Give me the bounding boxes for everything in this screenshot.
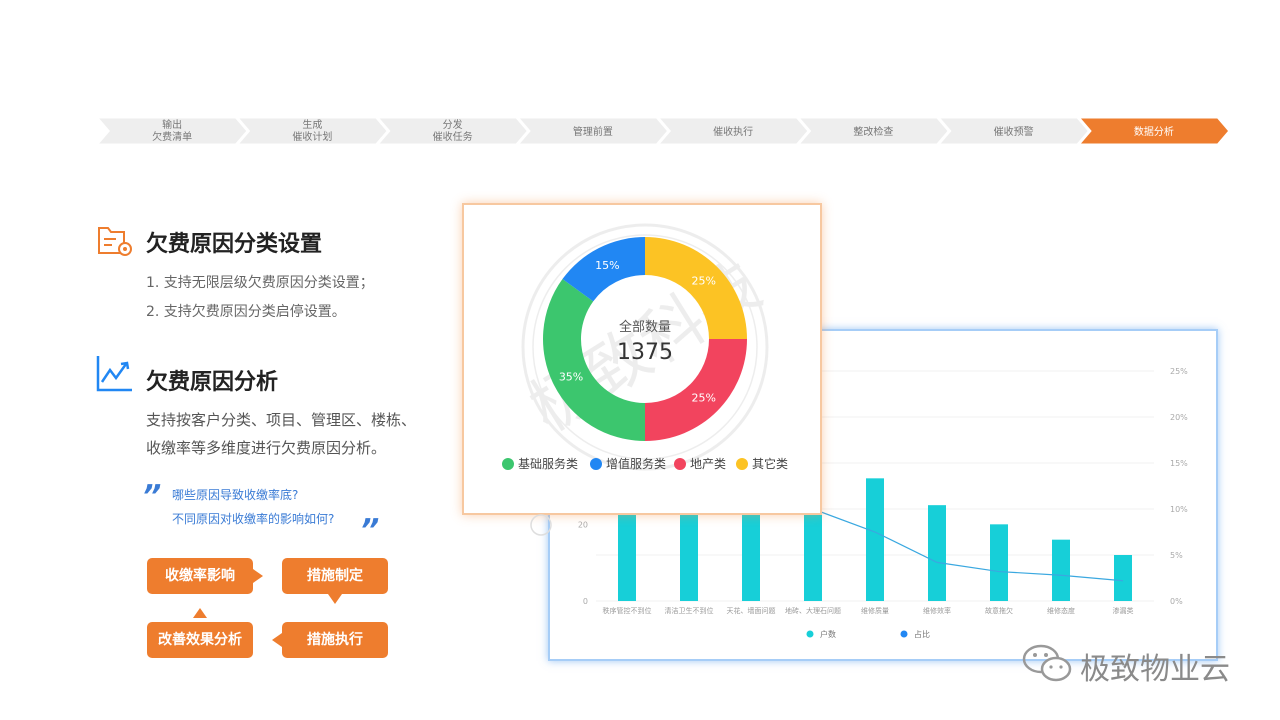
step-label: 催收执行 [713,125,753,138]
quote-close-icon: ” [360,513,380,548]
section-title-category-settings: 欠费原因分类设置 [146,232,323,257]
legend-label: 户数 [820,629,836,639]
line-chart-icon [96,356,132,392]
legend-marker [900,630,908,638]
wechat-icon [1022,644,1072,682]
tag-measure-formulation: 措施制定 [282,558,388,594]
arrow-left-icon [272,633,282,647]
step-label: 输出 [162,118,182,131]
y-left-tick: 0 [583,597,588,606]
feature-item: 2. 支持欠费原因分类启停设置。 [146,304,346,320]
y-left-tick: 20 [578,520,588,529]
analysis-description-line: 支持按客户分类、项目、管理区、楼栋、 [146,411,417,429]
legend-marker [674,458,686,470]
analysis-description-line: 收缴率等多维度进行欠费原因分析。 [146,439,387,457]
tag-measure-execution: 措施执行 [282,622,388,658]
legend-label: 基础服务类 [518,456,578,471]
legend-label: 地产类 [690,457,726,471]
legend-marker [806,630,814,638]
reason-donut-chart-card: 极致科技 25% 25% 35% 15% 全部数量 1375 基础服务类 增值服务类 地产类 其它类 [462,203,822,515]
brand-name: 极致物业云 [1080,652,1230,687]
y-right-tick: 0% [1170,597,1183,606]
bar [1052,539,1070,601]
step-label: 欠费清单 [152,130,192,143]
quote-open-icon: ” [142,479,162,514]
legend-marker [736,458,748,470]
y-right-tick: 5% [1170,551,1183,560]
slice-label: 15% [595,259,619,272]
step-label: 整改检查 [853,125,893,138]
x-tick: 故意拖欠 [985,606,1013,615]
folder-settings-icon [98,227,132,256]
step-label: 催收计划 [292,130,332,143]
step-label: 分发 [443,118,463,131]
y-right-tick: 25% [1170,367,1188,376]
step-label: 生成 [302,118,322,131]
legend-label: 占比 [914,629,930,639]
step-label: 数据分析 [1134,125,1174,138]
section-title-reason-analysis: 欠费原因分析 [146,370,279,395]
x-tick: 地砖、大理石问题 [785,606,841,615]
donut-center-label: 全部数量 [619,319,671,335]
slice-label: 35% [559,371,583,384]
bar [866,478,884,601]
donut-center-value: 1375 [617,340,673,365]
step-label: 催收预警 [994,125,1034,138]
x-tick: 天花、墙面问题 [727,606,776,615]
legend-label: 其它类 [752,456,788,471]
bar [990,524,1008,601]
feature-item: 1. 支持无限层级欠费原因分类设置； [146,275,374,291]
arrow-down-icon [328,594,342,604]
y-right-tick: 15% [1170,459,1188,468]
arrow-right-icon [253,569,263,583]
decor-circle [530,514,552,536]
y-right-tick: 10% [1170,505,1188,514]
step-label: 管理前置 [573,125,613,138]
bar [928,505,946,601]
y-right-tick: 20% [1170,413,1188,422]
legend-label: 增值服务类 [606,456,666,471]
bar [1114,555,1132,601]
reason-donut-chart: 极致科技25%25%35%15%全部数量1375基础服务类 增值服务类 地产类 其它类 [502,223,788,471]
slice-label: 25% [691,274,715,287]
x-tick: 渗漏类 [1113,606,1134,615]
quote-question: 哪些原因导致收缴率底? [172,488,299,502]
x-tick: 清洁卫生不到位 [665,606,714,615]
slice-label: 25% [691,392,715,405]
x-tick: 秩序管控不到位 [603,606,652,615]
step-label: 催收任务 [433,130,473,143]
tag-improvement-analysis: 改善效果分析 [147,622,253,658]
x-tick: 维修质量 [861,606,889,615]
arrow-up-icon [193,608,207,618]
x-tick: 维修态度 [1047,606,1075,615]
process-step-bar: 输出欠费清单 生成催收计划 分发催收任务 管理前置 催收执行 整改检查 催收预警 数据分析 [96,117,1230,145]
quote-question: 不同原因对收缴率的影响如何? [172,512,335,526]
x-tick: 维修效率 [923,606,951,615]
legend-marker [590,458,602,470]
tag-collection-rate-impact: 收缴率影响 [147,558,253,594]
legend-marker [502,458,514,470]
